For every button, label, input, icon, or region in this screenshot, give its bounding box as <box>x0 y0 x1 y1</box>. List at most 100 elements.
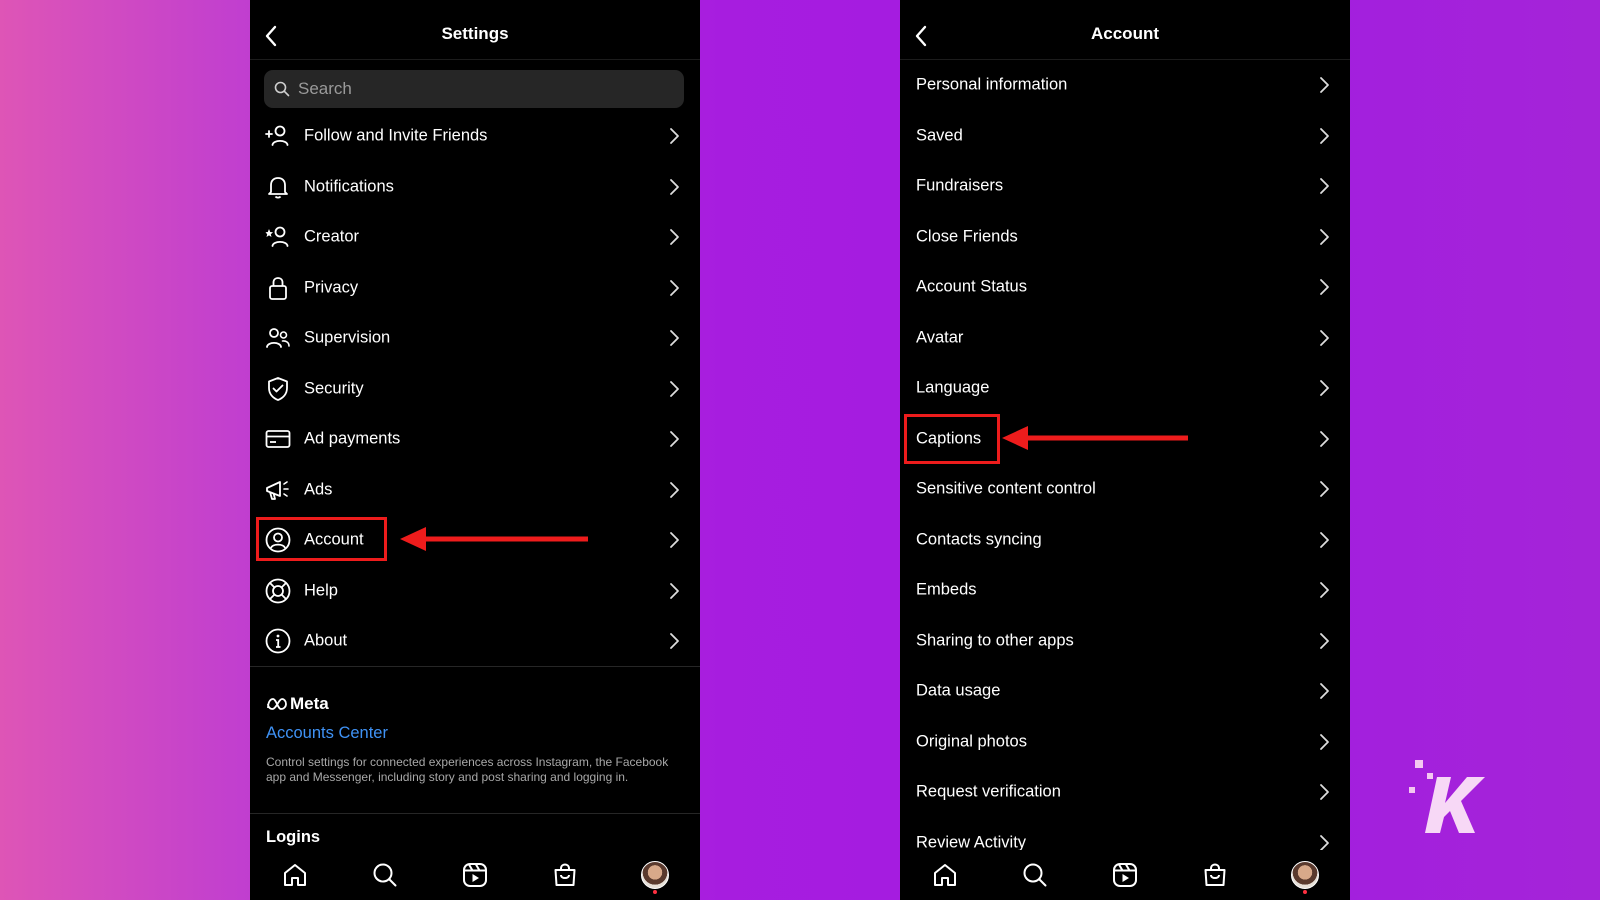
chevron-right-icon <box>1320 178 1329 195</box>
add-person-icon <box>264 122 292 150</box>
account-item-label: Saved <box>916 126 963 145</box>
lifebuoy-icon <box>264 577 292 605</box>
account-item-label: Language <box>916 378 990 397</box>
tab-reels[interactable] <box>1110 860 1140 890</box>
tab-profile[interactable] <box>640 860 670 894</box>
account-item-avatar[interactable]: Avatar <box>900 313 1350 364</box>
account-item-account-status[interactable]: Account Status <box>900 262 1350 313</box>
chevron-right-icon <box>670 178 679 195</box>
tab-reels[interactable] <box>460 860 490 890</box>
settings-screen: Settings Follow and Invite Friends Notif… <box>250 0 700 900</box>
account-circle-icon <box>264 526 292 554</box>
avatar <box>1291 861 1319 889</box>
tab-search[interactable] <box>370 860 400 890</box>
supervision-icon <box>264 324 292 352</box>
settings-item-ads[interactable]: Ads <box>250 465 700 516</box>
settings-item-label: Ads <box>304 480 333 499</box>
settings-item-label: About <box>304 631 348 650</box>
account-item-data-usage[interactable]: Data usage <box>900 666 1350 717</box>
account-header: Account <box>900 0 1350 60</box>
settings-item-label: Help <box>304 581 338 600</box>
search-icon <box>373 863 397 887</box>
chevron-right-icon <box>1320 279 1329 296</box>
account-item-close-friends[interactable]: Close Friends <box>900 212 1350 263</box>
back-button[interactable] <box>260 20 282 52</box>
info-icon <box>264 627 292 655</box>
card-icon <box>264 425 292 453</box>
tab-home[interactable] <box>930 860 960 890</box>
settings-item-supervision[interactable]: Supervision <box>250 313 700 364</box>
k-logo-icon <box>1409 760 1485 833</box>
settings-item-follow-invite[interactable]: Follow and Invite Friends <box>250 111 700 162</box>
settings-item-security[interactable]: Security <box>250 364 700 415</box>
settings-item-notifications[interactable]: Notifications <box>250 162 700 213</box>
settings-item-label: Privacy <box>304 278 359 297</box>
tab-home[interactable] <box>280 860 310 890</box>
tab-search[interactable] <box>1020 860 1050 890</box>
bell-icon <box>264 173 292 201</box>
bottom-tab-bar <box>250 850 700 900</box>
settings-item-ad-payments[interactable]: Ad payments <box>250 414 700 465</box>
settings-item-label: Account <box>304 530 364 549</box>
account-item-embeds[interactable]: Embeds <box>900 565 1350 616</box>
chevron-right-icon <box>670 380 679 397</box>
settings-item-account[interactable]: Account <box>250 515 700 566</box>
accounts-center-description: Control settings for connected experienc… <box>266 755 669 784</box>
account-item-fundraisers[interactable]: Fundraisers <box>900 161 1350 212</box>
lock-icon <box>264 274 292 302</box>
settings-item-about[interactable]: About <box>250 616 700 667</box>
chevron-right-icon <box>1320 632 1329 649</box>
account-item-original-photos[interactable]: Original photos <box>900 717 1350 768</box>
settings-item-help[interactable]: Help <box>250 566 700 617</box>
settings-item-label: Ad payments <box>304 429 401 448</box>
page-title: Account <box>1091 24 1159 43</box>
search-bar[interactable] <box>264 70 684 108</box>
settings-item-privacy[interactable]: Privacy <box>250 263 700 314</box>
chevron-right-icon <box>670 229 679 246</box>
settings-header: Settings <box>250 0 700 60</box>
home-icon <box>284 864 306 886</box>
settings-item-label: Creator <box>304 227 360 246</box>
chevron-right-icon <box>1320 127 1329 144</box>
avatar <box>641 861 669 889</box>
chevron-right-icon <box>1320 733 1329 750</box>
settings-menu: Follow and Invite Friends Notifications … <box>250 111 700 667</box>
tab-shop[interactable] <box>1200 860 1230 890</box>
account-item-sensitive-content-control[interactable]: Sensitive content control <box>900 464 1350 515</box>
creator-star-icon <box>264 223 292 251</box>
chevron-right-icon <box>670 532 679 549</box>
chevron-right-icon <box>670 633 679 650</box>
chevron-left-icon <box>265 25 277 47</box>
meta-section: Meta Accounts Center Control settings fo… <box>266 692 676 785</box>
reels-icon <box>463 863 487 887</box>
account-item-label: Fundraisers <box>916 176 1004 195</box>
account-screen: Account Personal information Saved Fundr… <box>900 0 1350 900</box>
chevron-right-icon <box>1320 481 1329 498</box>
accounts-center-link[interactable]: Accounts Center <box>266 724 676 743</box>
account-item-request-verification[interactable]: Request verification <box>900 767 1350 818</box>
tab-profile[interactable] <box>1290 860 1320 894</box>
settings-item-creator[interactable]: Creator <box>250 212 700 263</box>
account-item-captions[interactable]: Captions <box>900 414 1350 465</box>
home-icon <box>934 864 956 886</box>
account-item-contacts-syncing[interactable]: Contacts syncing <box>900 515 1350 566</box>
account-item-language[interactable]: Language <box>900 363 1350 414</box>
account-item-label: Sensitive content control <box>916 479 1096 498</box>
account-item-personal-information[interactable]: Personal information <box>900 60 1350 111</box>
chevron-right-icon <box>1320 430 1329 447</box>
account-item-sharing-to-other-apps[interactable]: Sharing to other apps <box>900 616 1350 667</box>
chevron-right-icon <box>1320 228 1329 245</box>
chevron-right-icon <box>670 330 679 347</box>
meta-logo: Meta <box>266 692 676 716</box>
search-input[interactable] <box>298 79 668 99</box>
tab-shop[interactable] <box>550 860 580 890</box>
shop-icon <box>1204 863 1226 886</box>
account-item-saved[interactable]: Saved <box>900 111 1350 162</box>
settings-item-label: Notifications <box>304 177 394 196</box>
account-item-label: Account Status <box>916 277 1027 296</box>
back-button[interactable] <box>910 20 932 52</box>
account-item-label: Contacts syncing <box>916 530 1042 549</box>
settings-item-label: Follow and Invite Friends <box>304 126 488 145</box>
account-item-label: Sharing to other apps <box>916 631 1074 650</box>
meta-logo-text: Meta <box>290 694 329 713</box>
